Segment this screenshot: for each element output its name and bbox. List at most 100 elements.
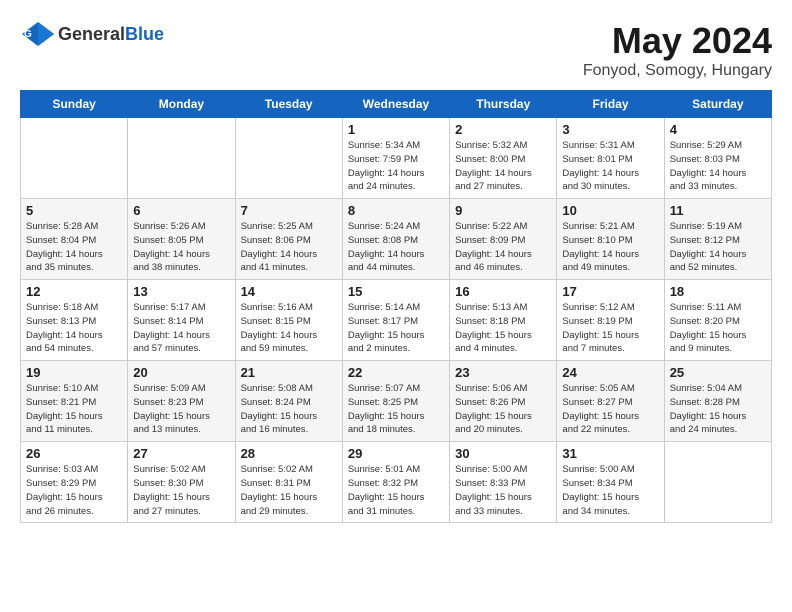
calendar-cell: 29 Sunrise: 5:01 AM Sunset: 8:32 PM Dayli… — [342, 442, 449, 523]
day-info: Sunrise: 5:26 AM Sunset: 8:05 PM Dayligh… — [133, 220, 229, 275]
day-number: 10 — [562, 203, 658, 218]
header-thursday: Thursday — [450, 91, 557, 118]
calendar-cell: 20 Sunrise: 5:09 AM Sunset: 8:23 PM Dayli… — [128, 361, 235, 442]
calendar-week-row: 26Sunrise: 5:03 AM Sunset: 8:29 PM Dayli… — [21, 442, 772, 523]
day-number: 1 — [348, 122, 444, 137]
day-number: 15 — [348, 284, 444, 299]
calendar-cell: 2 Sunrise: 5:32 AM Sunset: 8:00 PM Daylig… — [450, 118, 557, 199]
calendar-cell: 11 Sunrise: 5:19 AM Sunset: 8:12 PM Dayli… — [664, 199, 771, 280]
calendar-cell: 25Sunrise: 5:04 AM Sunset: 8:28 PM Dayli… — [664, 361, 771, 442]
calendar-cell: 16 Sunrise: 5:13 AM Sunset: 8:18 PM Dayli… — [450, 280, 557, 361]
calendar-cell: 18 Sunrise: 5:11 AM Sunset: 8:20 PM Dayli… — [664, 280, 771, 361]
calendar-cell: 21 Sunrise: 5:08 AM Sunset: 8:24 PM Dayli… — [235, 361, 342, 442]
calendar-week-row: 5 Sunrise: 5:28 AM Sunset: 8:04 PM Daylig… — [21, 199, 772, 280]
day-number: 19 — [26, 365, 122, 380]
day-number: 4 — [670, 122, 766, 137]
day-info: Sunrise: 5:32 AM Sunset: 8:00 PM Dayligh… — [455, 139, 551, 194]
day-info: Sunrise: 5:19 AM Sunset: 8:12 PM Dayligh… — [670, 220, 766, 275]
day-number: 24 — [562, 365, 658, 380]
svg-text:G: G — [24, 29, 32, 40]
day-info: Sunrise: 5:09 AM Sunset: 8:23 PM Dayligh… — [133, 382, 229, 437]
day-info: Sunrise: 5:25 AM Sunset: 8:06 PM Dayligh… — [241, 220, 337, 275]
logo-general: General — [58, 24, 125, 44]
calendar-cell: 19 Sunrise: 5:10 AM Sunset: 8:21 PM Dayli… — [21, 361, 128, 442]
calendar-cell: 7Sunrise: 5:25 AM Sunset: 8:06 PM Daylig… — [235, 199, 342, 280]
day-number: 26 — [26, 446, 122, 461]
calendar-title: May 2024 — [583, 20, 772, 62]
calendar-cell: 24 Sunrise: 5:05 AM Sunset: 8:27 PM Dayli… — [557, 361, 664, 442]
calendar-header-row: SundayMondayTuesdayWednesdayThursdayFrid… — [21, 91, 772, 118]
day-number: 16 — [455, 284, 551, 299]
day-info: Sunrise: 5:05 AM Sunset: 8:27 PM Dayligh… — [562, 382, 658, 437]
day-number: 11 — [670, 203, 766, 218]
header-saturday: Saturday — [664, 91, 771, 118]
day-info: Sunrise: 5:00 AM Sunset: 8:34 PM Dayligh… — [562, 463, 658, 518]
calendar-cell: 1 Sunrise: 5:34 AM Sunset: 7:59 PM Daylig… — [342, 118, 449, 199]
day-number: 8 — [348, 203, 444, 218]
day-number: 31 — [562, 446, 658, 461]
header-monday: Monday — [128, 91, 235, 118]
logo: G GeneralBlue — [20, 20, 164, 48]
day-number: 29 — [348, 446, 444, 461]
calendar-cell: 9Sunrise: 5:22 AM Sunset: 8:09 PM Daylig… — [450, 199, 557, 280]
calendar-cell: 5 Sunrise: 5:28 AM Sunset: 8:04 PM Daylig… — [21, 199, 128, 280]
day-number: 3 — [562, 122, 658, 137]
calendar-cell — [235, 118, 342, 199]
calendar-cell: 13Sunrise: 5:17 AM Sunset: 8:14 PM Dayli… — [128, 280, 235, 361]
day-info: Sunrise: 5:07 AM Sunset: 8:25 PM Dayligh… — [348, 382, 444, 437]
day-info: Sunrise: 5:04 AM Sunset: 8:28 PM Dayligh… — [670, 382, 766, 437]
day-info: Sunrise: 5:29 AM Sunset: 8:03 PM Dayligh… — [670, 139, 766, 194]
day-info: Sunrise: 5:24 AM Sunset: 8:08 PM Dayligh… — [348, 220, 444, 275]
day-info: Sunrise: 5:12 AM Sunset: 8:19 PM Dayligh… — [562, 301, 658, 356]
day-info: Sunrise: 5:02 AM Sunset: 8:31 PM Dayligh… — [241, 463, 337, 518]
day-number: 6 — [133, 203, 229, 218]
day-info: Sunrise: 5:18 AM Sunset: 8:13 PM Dayligh… — [26, 301, 122, 356]
day-number: 22 — [348, 365, 444, 380]
day-number: 2 — [455, 122, 551, 137]
calendar-cell: 8 Sunrise: 5:24 AM Sunset: 8:08 PM Daylig… — [342, 199, 449, 280]
calendar-cell: 22 Sunrise: 5:07 AM Sunset: 8:25 PM Dayli… — [342, 361, 449, 442]
day-info: Sunrise: 5:11 AM Sunset: 8:20 PM Dayligh… — [670, 301, 766, 356]
day-info: Sunrise: 5:06 AM Sunset: 8:26 PM Dayligh… — [455, 382, 551, 437]
day-number: 12 — [26, 284, 122, 299]
calendar-cell: 26Sunrise: 5:03 AM Sunset: 8:29 PM Dayli… — [21, 442, 128, 523]
day-number: 21 — [241, 365, 337, 380]
calendar-week-row: 1 Sunrise: 5:34 AM Sunset: 7:59 PM Daylig… — [21, 118, 772, 199]
logo-blue: Blue — [125, 24, 164, 44]
calendar-subtitle: Fonyod, Somogy, Hungary — [583, 62, 772, 80]
calendar-cell — [664, 442, 771, 523]
day-number: 5 — [26, 203, 122, 218]
calendar-cell: 6 Sunrise: 5:26 AM Sunset: 8:05 PM Daylig… — [128, 199, 235, 280]
calendar-cell — [21, 118, 128, 199]
day-number: 23 — [455, 365, 551, 380]
calendar-cell: 3 Sunrise: 5:31 AM Sunset: 8:01 PM Daylig… — [557, 118, 664, 199]
day-number: 18 — [670, 284, 766, 299]
day-info: Sunrise: 5:00 AM Sunset: 8:33 PM Dayligh… — [455, 463, 551, 518]
calendar-week-row: 19 Sunrise: 5:10 AM Sunset: 8:21 PM Dayli… — [21, 361, 772, 442]
day-number: 13 — [133, 284, 229, 299]
day-info: Sunrise: 5:34 AM Sunset: 7:59 PM Dayligh… — [348, 139, 444, 194]
page-header: G GeneralBlue May 2024 Fonyod, Somogy, H… — [20, 20, 772, 80]
day-number: 27 — [133, 446, 229, 461]
logo-icon: G — [20, 20, 56, 48]
day-number: 20 — [133, 365, 229, 380]
calendar-cell: 14Sunrise: 5:16 AM Sunset: 8:15 PM Dayli… — [235, 280, 342, 361]
day-number: 17 — [562, 284, 658, 299]
day-info: Sunrise: 5:10 AM Sunset: 8:21 PM Dayligh… — [26, 382, 122, 437]
calendar-cell: 4 Sunrise: 5:29 AM Sunset: 8:03 PM Daylig… — [664, 118, 771, 199]
day-number: 9 — [455, 203, 551, 218]
day-number: 30 — [455, 446, 551, 461]
day-info: Sunrise: 5:13 AM Sunset: 8:18 PM Dayligh… — [455, 301, 551, 356]
day-info: Sunrise: 5:01 AM Sunset: 8:32 PM Dayligh… — [348, 463, 444, 518]
day-info: Sunrise: 5:08 AM Sunset: 8:24 PM Dayligh… — [241, 382, 337, 437]
day-info: Sunrise: 5:31 AM Sunset: 8:01 PM Dayligh… — [562, 139, 658, 194]
day-info: Sunrise: 5:21 AM Sunset: 8:10 PM Dayligh… — [562, 220, 658, 275]
day-info: Sunrise: 5:28 AM Sunset: 8:04 PM Dayligh… — [26, 220, 122, 275]
header-friday: Friday — [557, 91, 664, 118]
calendar-table: SundayMondayTuesdayWednesdayThursdayFrid… — [20, 90, 772, 523]
title-block: May 2024 Fonyod, Somogy, Hungary — [583, 20, 772, 80]
header-tuesday: Tuesday — [235, 91, 342, 118]
header-wednesday: Wednesday — [342, 91, 449, 118]
calendar-week-row: 12 Sunrise: 5:18 AM Sunset: 8:13 PM Dayli… — [21, 280, 772, 361]
calendar-cell: 10 Sunrise: 5:21 AM Sunset: 8:10 PM Dayli… — [557, 199, 664, 280]
